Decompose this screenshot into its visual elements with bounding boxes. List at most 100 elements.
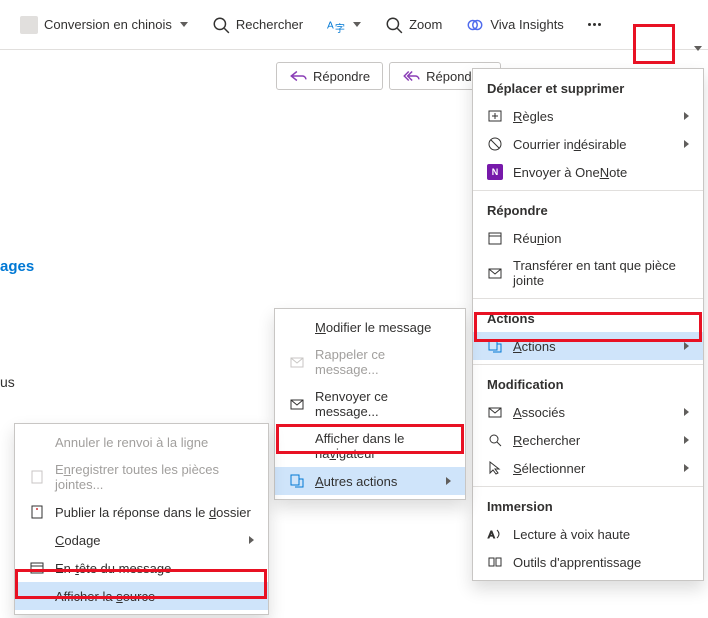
related-item[interactable]: Associés bbox=[473, 398, 703, 426]
read-aloud-item[interactable]: A Lecture à voix haute bbox=[473, 520, 703, 548]
label: Afficher la source bbox=[55, 589, 254, 604]
viva-insights-button[interactable]: Viva Insights bbox=[456, 12, 573, 38]
actions-icon bbox=[487, 338, 503, 354]
resend-icon bbox=[289, 396, 305, 412]
chevron-right-icon bbox=[249, 536, 254, 544]
select-item[interactable]: Sélectionner bbox=[473, 454, 703, 482]
message-header-item[interactable]: En-tête du message bbox=[15, 554, 268, 582]
rules-item[interactable]: Règles bbox=[473, 102, 703, 130]
label: Modifier le message bbox=[315, 320, 451, 335]
save-attachments-item: Enregistrer toutes les pièces jointes... bbox=[15, 456, 268, 498]
menu-header: Actions bbox=[473, 303, 703, 332]
cursor-icon bbox=[487, 460, 503, 476]
label: Viva Insights bbox=[490, 17, 563, 32]
label: Rechercher bbox=[513, 433, 674, 448]
encoding-item[interactable]: Codage bbox=[15, 526, 268, 554]
viva-icon bbox=[466, 16, 484, 34]
menu-header: Déplacer et supprimer bbox=[473, 73, 703, 102]
label: Outils d'apprentissage bbox=[513, 555, 689, 570]
zoom-icon bbox=[385, 16, 403, 34]
label: Annuler le renvoi à la ligne bbox=[55, 435, 254, 450]
label: Publier la réponse dans le dossier bbox=[55, 505, 254, 520]
label: Actions bbox=[513, 339, 674, 354]
menu-header: Modification bbox=[473, 369, 703, 398]
other-actions-icon bbox=[289, 473, 305, 489]
label: Rechercher bbox=[236, 17, 303, 32]
search-icon bbox=[212, 16, 230, 34]
post-to-folder-item[interactable]: Publier la réponse dans le dossier bbox=[15, 498, 268, 526]
junk-icon bbox=[487, 136, 503, 152]
zoom-button[interactable]: Zoom bbox=[375, 12, 452, 38]
meeting-item[interactable]: Réunion bbox=[473, 224, 703, 252]
ribbon-overflow-chevron[interactable] bbox=[694, 46, 702, 51]
onenote-item[interactable]: N Envoyer à OneNote bbox=[473, 158, 703, 186]
chevron-down-icon bbox=[180, 22, 188, 27]
chevron-right-icon bbox=[684, 342, 689, 350]
label: Renvoyer ce message... bbox=[315, 389, 451, 419]
chevron-right-icon bbox=[446, 477, 451, 485]
translate-button[interactable]: A字 bbox=[317, 12, 371, 38]
label: Envoyer à OneNote bbox=[513, 165, 689, 180]
label: Associés bbox=[513, 405, 674, 420]
reply-icon bbox=[289, 67, 307, 85]
forward-attach-icon bbox=[487, 265, 503, 281]
other-actions-item[interactable]: Autres actions bbox=[275, 467, 465, 495]
blank-icon bbox=[29, 434, 45, 450]
label: Transférer en tant que pièce jointe bbox=[513, 258, 689, 288]
resend-message-item[interactable]: Renvoyer ce message... bbox=[275, 383, 465, 425]
chinese-conversion-button[interactable]: Conversion en chinois bbox=[10, 12, 198, 38]
blank-icon bbox=[289, 438, 305, 454]
label: Codage bbox=[55, 533, 239, 548]
onenote-icon: N bbox=[487, 164, 503, 180]
translate-icon: A字 bbox=[327, 16, 345, 34]
menu-header: Répondre bbox=[473, 195, 703, 224]
junk-item[interactable]: Courrier indésirable bbox=[473, 130, 703, 158]
calendar-icon bbox=[487, 230, 503, 246]
read-aloud-icon: A bbox=[487, 526, 503, 542]
svg-text:A: A bbox=[327, 20, 334, 31]
truncated-text: us bbox=[0, 374, 15, 390]
rules-icon bbox=[487, 108, 503, 124]
label: Règles bbox=[513, 109, 674, 124]
forward-attachment-item[interactable]: Transférer en tant que pièce jointe bbox=[473, 252, 703, 294]
menu-header: Immersion bbox=[473, 491, 703, 520]
chevron-right-icon bbox=[684, 464, 689, 472]
label: En-tête du message bbox=[55, 561, 254, 576]
search-icon bbox=[487, 432, 503, 448]
more-commands-menu: Déplacer et supprimer Règles Courrier in… bbox=[472, 68, 704, 581]
blank-icon bbox=[289, 319, 305, 335]
label: Afficher dans le navigateur bbox=[315, 431, 451, 461]
placeholder-icon bbox=[20, 16, 38, 34]
label: Rappeler ce message... bbox=[315, 347, 451, 377]
reply-button[interactable]: Répondre bbox=[276, 62, 383, 90]
envelope-icon bbox=[487, 404, 503, 420]
view-in-browser-item[interactable]: Afficher dans le navigateur bbox=[275, 425, 465, 467]
find-item[interactable]: Rechercher bbox=[473, 426, 703, 454]
learning-icon bbox=[487, 554, 503, 570]
view-source-item[interactable]: Afficher la source bbox=[15, 582, 268, 610]
separator bbox=[473, 298, 703, 299]
other-actions-submenu: Annuler le renvoi à la ligne Enregistrer… bbox=[14, 423, 269, 615]
search-button[interactable]: Rechercher bbox=[202, 12, 313, 38]
learning-tools-item[interactable]: Outils d'apprentissage bbox=[473, 548, 703, 576]
separator bbox=[473, 190, 703, 191]
actions-item[interactable]: Actions bbox=[473, 332, 703, 360]
label: Zoom bbox=[409, 17, 442, 32]
label: Enregistrer toutes les pièces jointes... bbox=[55, 462, 254, 492]
separator bbox=[473, 364, 703, 365]
separator bbox=[473, 486, 703, 487]
label: Autres actions bbox=[315, 474, 436, 489]
reply-bar: Répondre Répondre à bbox=[276, 62, 501, 90]
label: Répondre bbox=[313, 69, 370, 84]
blank-icon bbox=[29, 588, 45, 604]
svg-text:字: 字 bbox=[335, 21, 345, 33]
label: Courrier indésirable bbox=[513, 137, 674, 152]
label: Sélectionner bbox=[513, 461, 674, 476]
label: Conversion en chinois bbox=[44, 17, 172, 32]
blank-icon bbox=[29, 532, 45, 548]
ribbon: Conversion en chinois Rechercher A字 Zoom… bbox=[0, 0, 708, 50]
modify-message-item[interactable]: Modifier le message bbox=[275, 313, 465, 341]
unwrap-item: Annuler le renvoi à la ligne bbox=[15, 428, 268, 456]
save-icon bbox=[29, 469, 45, 485]
more-commands-button[interactable] bbox=[578, 8, 612, 42]
